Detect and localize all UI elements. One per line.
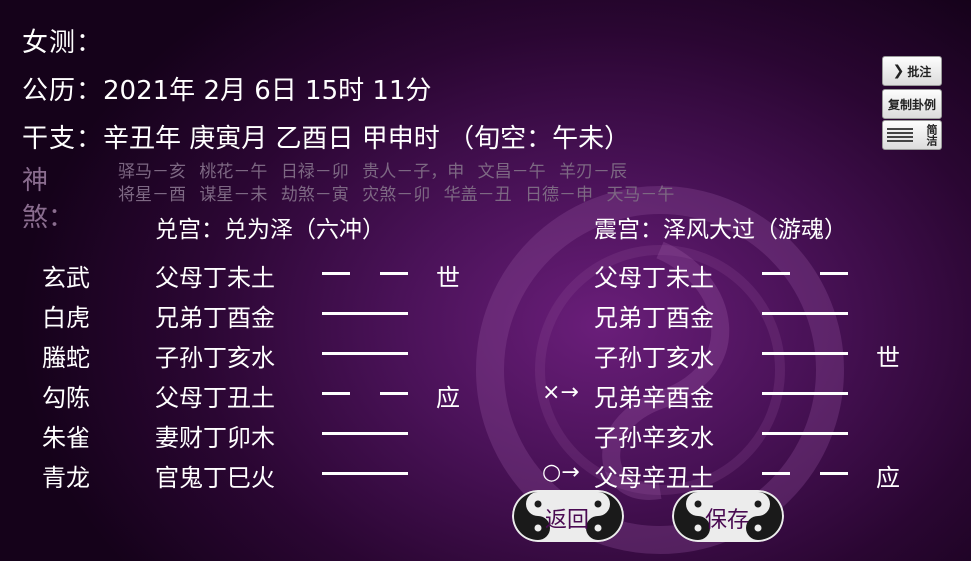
changed-line-text: 父母辛丑土: [594, 464, 714, 492]
list-icon: [887, 128, 913, 142]
main-gua-title: 兑宫：兑为泽（六冲）: [155, 217, 385, 243]
shensha-item: 日禄－卯: [280, 162, 349, 182]
shensha-item: 灾煞－卯: [362, 185, 431, 205]
copy-case-button-label: 复制卦例: [887, 97, 936, 112]
shensha-item: 劫煞－寅: [280, 185, 349, 205]
yang-segment: [762, 352, 848, 355]
yin-segment: [762, 272, 790, 275]
changed-yao-bar: [762, 392, 848, 395]
main-line-text: 官鬼丁巳火: [155, 464, 275, 492]
changed-line-text: 子孙辛亥水: [594, 424, 714, 452]
ganzhi-label: 干支：: [22, 124, 104, 154]
main-yao-bar: [322, 432, 408, 435]
shensha-item: 驿马－亥: [118, 162, 186, 182]
solar-label: 公历：: [22, 76, 104, 106]
shensha-item: 华盖－丑: [443, 185, 512, 205]
moving-symbol: ○→: [542, 460, 580, 485]
main-line-mark: 世: [436, 264, 460, 292]
shensha-item: 桃花－午: [199, 162, 268, 182]
yang-segment: [322, 312, 408, 315]
main-line-text: 兄弟丁酉金: [155, 304, 275, 332]
shensha-label: 神煞：: [22, 166, 75, 233]
changed-line-mark: 世: [876, 344, 900, 372]
shensha-item: 将星－酉: [118, 185, 186, 205]
shensha-item: 日德－申: [525, 185, 594, 205]
shensha-item: 贵人－子，申: [362, 162, 465, 182]
shensha-item: 天马－午: [606, 185, 675, 205]
ganzhi-value: 辛丑年 庚寅月 乙酉日 甲申时 （旬空：午未）: [103, 124, 631, 154]
chevron-right-icon: ❯: [892, 63, 905, 79]
main-yao-bar: [322, 312, 408, 315]
main-yao-bar: [322, 272, 408, 275]
main-yao-bar: [322, 472, 408, 475]
main-line-text: 父母丁未土: [155, 264, 275, 292]
yin-segment: [322, 392, 350, 395]
ganzhi-line: 干支：辛丑年 庚寅月 乙酉日 甲申时 （旬空：午未）: [22, 118, 630, 155]
back-button[interactable]: 返回: [512, 490, 624, 542]
main-line-text: 子孙丁亥水: [155, 344, 275, 372]
yin-segment: [820, 272, 848, 275]
changed-yao-bar: [762, 472, 848, 475]
simple-view-button[interactable]: 简洁: [882, 120, 942, 150]
shensha-item: 文昌－午: [477, 162, 546, 182]
female-line: 女测：: [22, 22, 103, 59]
changed-yao-bar: [762, 352, 848, 355]
changed-gua-title: 震宫：泽风大过（游魂）: [594, 217, 847, 243]
changed-line-text: 兄弟辛酉金: [594, 384, 714, 412]
changed-line-text: 子孙丁亥水: [594, 344, 714, 372]
spirit-label: 螣蛇: [42, 344, 90, 372]
annotate-button[interactable]: ❯ 批注: [882, 56, 942, 86]
main-line-text: 父母丁丑土: [155, 384, 275, 412]
spirit-label: 青龙: [42, 464, 90, 492]
female-label: 女测：: [22, 28, 104, 58]
yang-segment: [762, 312, 848, 315]
save-button[interactable]: 保存: [672, 490, 784, 542]
changed-line-mark: 应: [876, 464, 900, 492]
solar-value: 2021年 2月 6日 15时 11分: [103, 76, 432, 106]
yang-segment: [322, 432, 408, 435]
simple-view-button-label: 简洁: [925, 124, 938, 146]
copy-case-button[interactable]: 复制卦例: [882, 89, 942, 119]
changed-yao-bar: [762, 312, 848, 315]
moving-symbol: ×→: [542, 380, 579, 405]
shensha-item: 羊刃－辰: [559, 162, 628, 182]
yin-segment: [322, 272, 350, 275]
shensha-item: 谋星－未: [199, 185, 268, 205]
spirit-label: 白虎: [42, 304, 90, 332]
changed-yao-bar: [762, 272, 848, 275]
yin-segment: [762, 472, 790, 475]
yang-segment: [322, 352, 408, 355]
main-yao-bar: [322, 392, 408, 395]
yin-segment: [380, 272, 408, 275]
yin-segment: [820, 472, 848, 475]
main-line-mark: 应: [436, 384, 460, 412]
solar-date-line: 公历：2021年 2月 6日 15时 11分: [22, 70, 432, 107]
back-button-label: 返回: [545, 508, 590, 533]
save-button-label: 保存: [705, 508, 750, 533]
spirit-label: 玄武: [42, 264, 90, 292]
yang-segment: [762, 432, 848, 435]
main-yao-bar: [322, 352, 408, 355]
yin-segment: [380, 392, 408, 395]
shensha-row-1: 驿马－亥 桃花－午 日禄－卯 贵人－子，申 文昌－午 羊刃－辰: [118, 157, 627, 182]
yang-segment: [762, 392, 848, 395]
annotate-button-label: 批注: [907, 64, 932, 79]
changed-line-text: 兄弟丁酉金: [594, 304, 714, 332]
changed-line-text: 父母丁未土: [594, 264, 714, 292]
main-line-text: 妻财丁卯木: [155, 424, 275, 452]
changed-yao-bar: [762, 432, 848, 435]
spirit-label: 朱雀: [42, 424, 90, 452]
spirit-label: 勾陈: [42, 384, 90, 412]
shensha-row-2: 将星－酉 谋星－未 劫煞－寅 灾煞－卯 华盖－丑 日德－申 天马－午: [118, 180, 674, 205]
yang-segment: [322, 472, 408, 475]
